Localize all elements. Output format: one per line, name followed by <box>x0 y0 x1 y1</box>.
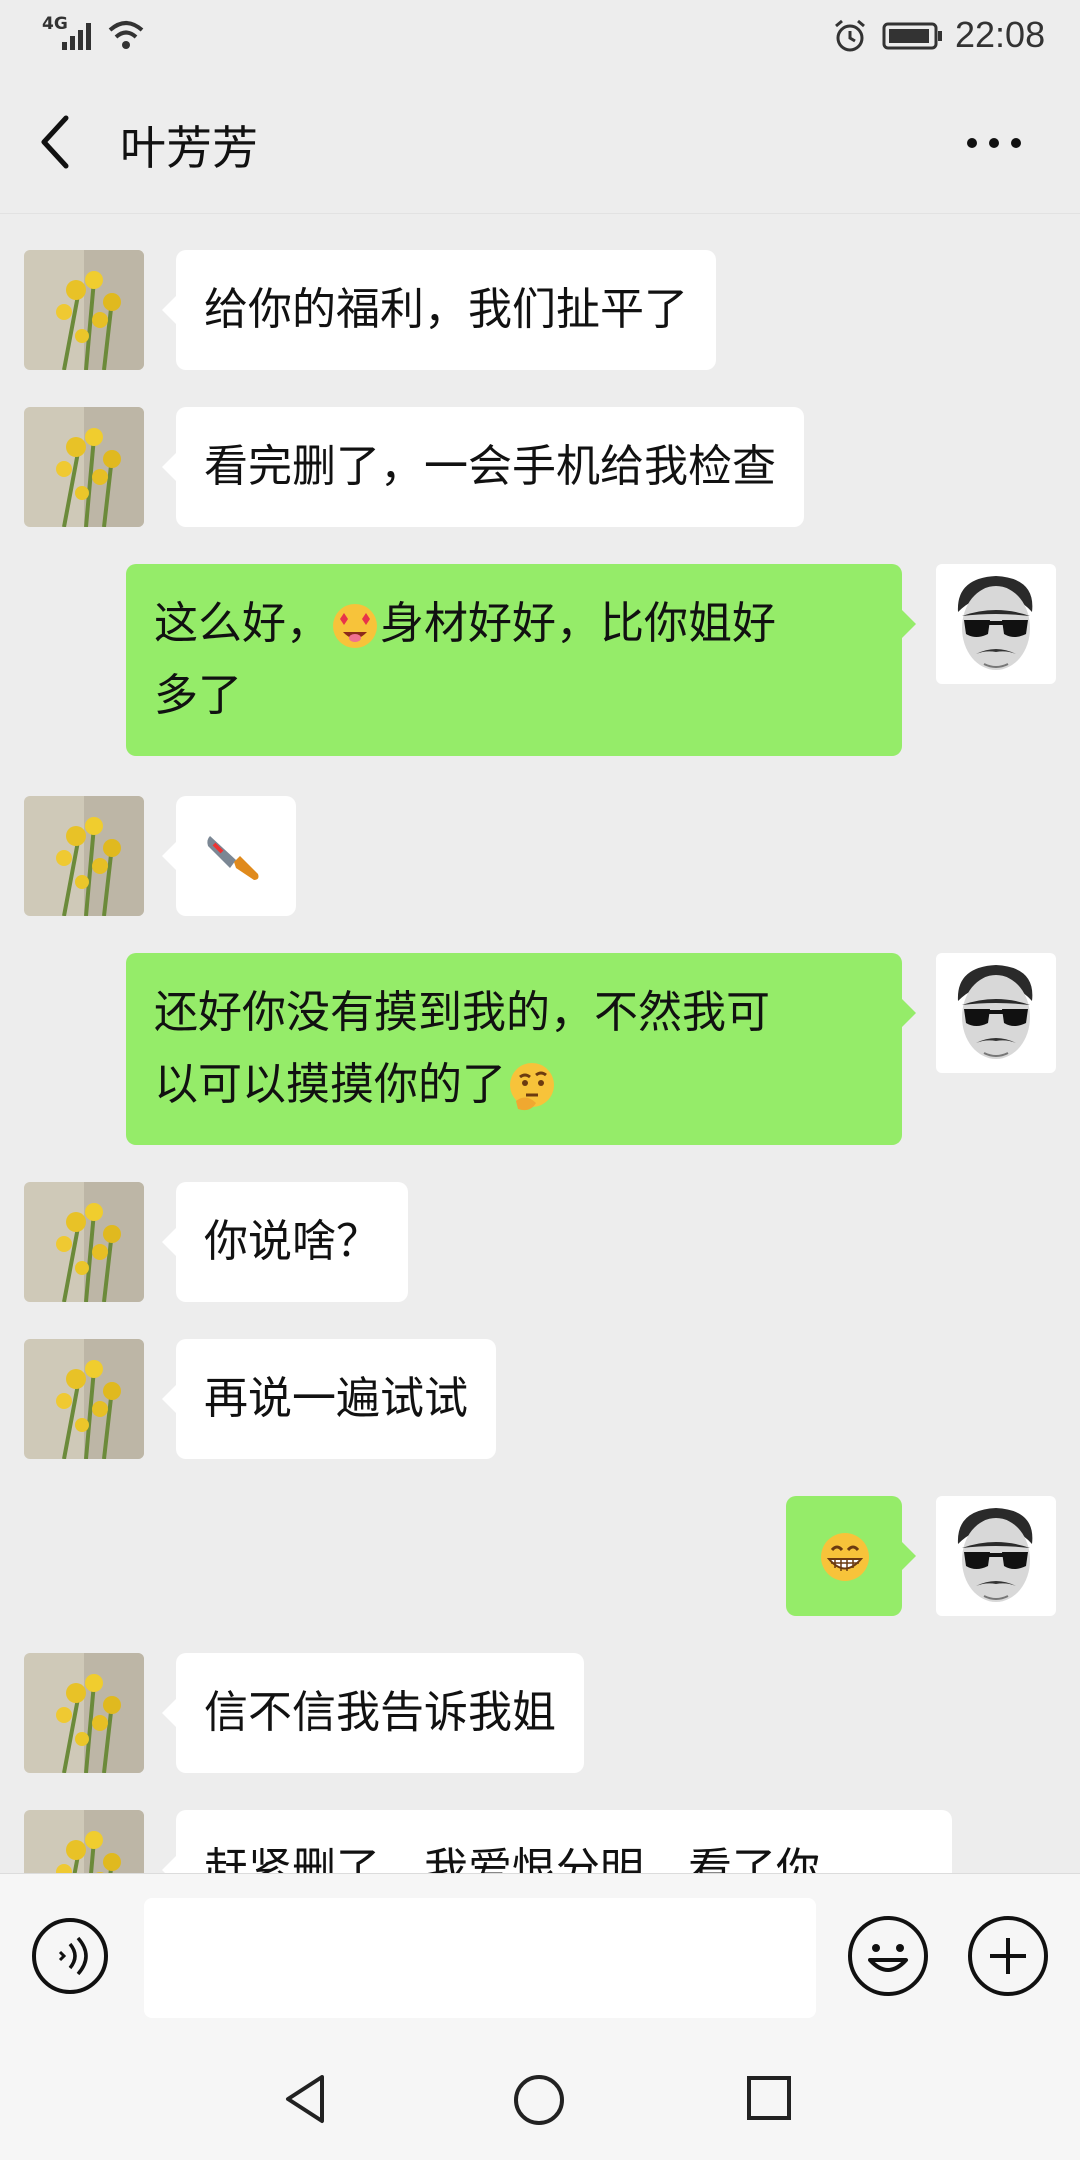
contact-avatar[interactable] <box>24 1810 144 1873</box>
contact-avatar[interactable] <box>24 250 144 370</box>
outgoing-bubble[interactable]: 还好你没有摸到我的，不然我可 以可以摸摸你的了 <box>126 953 916 1145</box>
chat-header: 叶芳芳 <box>0 72 1080 214</box>
message-text: 身材好好，比你姐好 <box>380 598 776 649</box>
incoming-bubble[interactable]: 你说啥？ <box>162 1182 408 1302</box>
wifi-icon <box>108 21 144 49</box>
back-arrow-icon[interactable] <box>36 112 80 172</box>
thinking-emoji <box>510 1063 554 1111</box>
message-text: 信不信我告诉我姐 <box>204 1687 556 1738</box>
outgoing-bubble[interactable]: 这么好， 身材好好，比你姐好 多了 <box>126 564 916 756</box>
message-text: 你说啥？ <box>204 1216 380 1267</box>
plus-icon[interactable] <box>966 1914 1050 1998</box>
emoji-icon[interactable] <box>846 1914 930 1998</box>
message-text: 以可以摸摸你的了 <box>154 1059 506 1110</box>
incoming-bubble[interactable]: 赶紧删了，我爱恨分明，看了你 <box>162 1810 952 1873</box>
message-text: 多了 <box>154 670 242 721</box>
contact-avatar[interactable] <box>24 1339 144 1459</box>
message-text: 还好你没有摸到我的，不然我可 <box>154 987 770 1038</box>
star-struck-emoji <box>333 604 377 648</box>
my-avatar[interactable] <box>936 1496 1056 1616</box>
contact-avatar[interactable] <box>24 1653 144 1773</box>
voice-icon[interactable] <box>30 1916 110 1996</box>
message-text: 再说一遍试试 <box>204 1373 468 1424</box>
alarm-icon <box>835 19 865 52</box>
my-avatar[interactable] <box>936 564 1056 684</box>
message-text: 这么好， <box>154 598 330 649</box>
message-text: 看完删了，一会手机给我检查 <box>204 441 776 492</box>
message-text: 给你的福利，我们扯平了 <box>204 284 688 335</box>
battery-icon <box>882 22 942 50</box>
message-input[interactable] <box>144 1898 816 2018</box>
signal-icon <box>62 23 91 50</box>
grinning-emoji <box>821 1533 869 1581</box>
contact-avatar[interactable] <box>24 1182 144 1302</box>
input-bar <box>0 1873 1080 2036</box>
outgoing-bubble[interactable] <box>786 1496 916 1616</box>
incoming-bubble[interactable]: 信不信我告诉我姐 <box>162 1653 584 1773</box>
nav-recents-icon[interactable] <box>746 2075 792 2121</box>
system-nav-bar <box>0 2035 1080 2160</box>
contact-avatar[interactable] <box>24 407 144 527</box>
status-bar: 4G 22:08 <box>0 0 1080 72</box>
my-avatar[interactable] <box>936 953 1056 1073</box>
incoming-bubble[interactable]: 看完删了，一会手机给我检查 <box>162 407 804 527</box>
contact-avatar[interactable] <box>24 796 144 916</box>
message-list[interactable]: 给你的福利，我们扯平了 看完删了，一会手机给我检查 这么好， 身材好好，比你姐好… <box>0 214 1080 1873</box>
knife-emoji <box>207 836 259 880</box>
message-text: 赶紧删了，我爱恨分明，看了你 <box>204 1844 820 1873</box>
incoming-bubble[interactable]: 再说一遍试试 <box>162 1339 496 1459</box>
nav-home-icon[interactable] <box>512 2073 566 2127</box>
incoming-bubble[interactable] <box>162 796 296 916</box>
incoming-bubble[interactable]: 给你的福利，我们扯平了 <box>162 250 716 370</box>
clock: 22:08 <box>955 14 1046 55</box>
chat-title: 叶芳芳 <box>120 121 258 175</box>
nav-back-icon[interactable] <box>282 2073 330 2125</box>
more-options-icon[interactable] <box>964 128 1024 158</box>
